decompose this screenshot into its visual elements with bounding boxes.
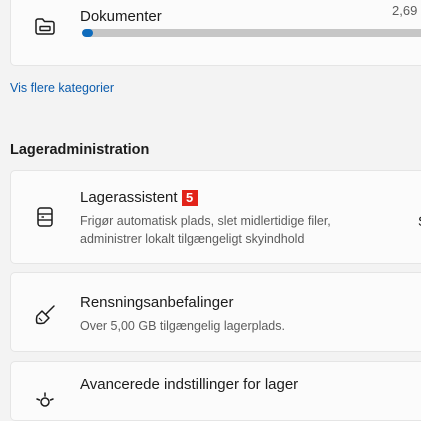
storage-drive-icon (37, 207, 53, 227)
documents-category-card[interactable]: Dokumenter 2,69 GB (10, 0, 421, 66)
annotation-badge: 5 (181, 190, 198, 207)
storage-sense-desc-1: Frigør automatisk plads, slet midlertidi… (80, 214, 331, 228)
more-categories-link[interactable]: Vis flere kategorier (10, 81, 114, 95)
broom-icon (35, 305, 55, 325)
storage-management-heading: Lageradministration (10, 142, 150, 158)
advanced-storage-settings-card[interactable]: Avancerede indstillinger for lager (10, 361, 421, 421)
advanced-settings-icon (36, 392, 54, 407)
storage-sense-title: Lagerassistent 5 (80, 189, 198, 207)
documents-usage-bar (82, 29, 421, 37)
documents-label: Dokumenter (80, 8, 162, 25)
folder-icon (35, 18, 55, 35)
cleanup-recommendations-card[interactable]: Rensningsanbefalinger Over 5,00 GB tilgæ… (10, 272, 421, 352)
storage-sense-card[interactable]: Lagerassistent 5 Frigør automatisk plads,… (10, 170, 421, 264)
cleanup-recommendations-title: Rensningsanbefalinger (80, 294, 234, 311)
storage-sense-title-text: Lagerassistent (80, 189, 178, 206)
documents-usage-bar-fill (82, 29, 93, 37)
storage-sense-desc-2: administrer lokalt tilgængeligt skyindho… (80, 232, 305, 246)
advanced-storage-settings-title: Avancerede indstillinger for lager (80, 376, 299, 393)
cleanup-recommendations-desc: Over 5,00 GB tilgængelig lagerplads. (80, 319, 285, 333)
documents-size: 2,69 GB (392, 3, 421, 18)
